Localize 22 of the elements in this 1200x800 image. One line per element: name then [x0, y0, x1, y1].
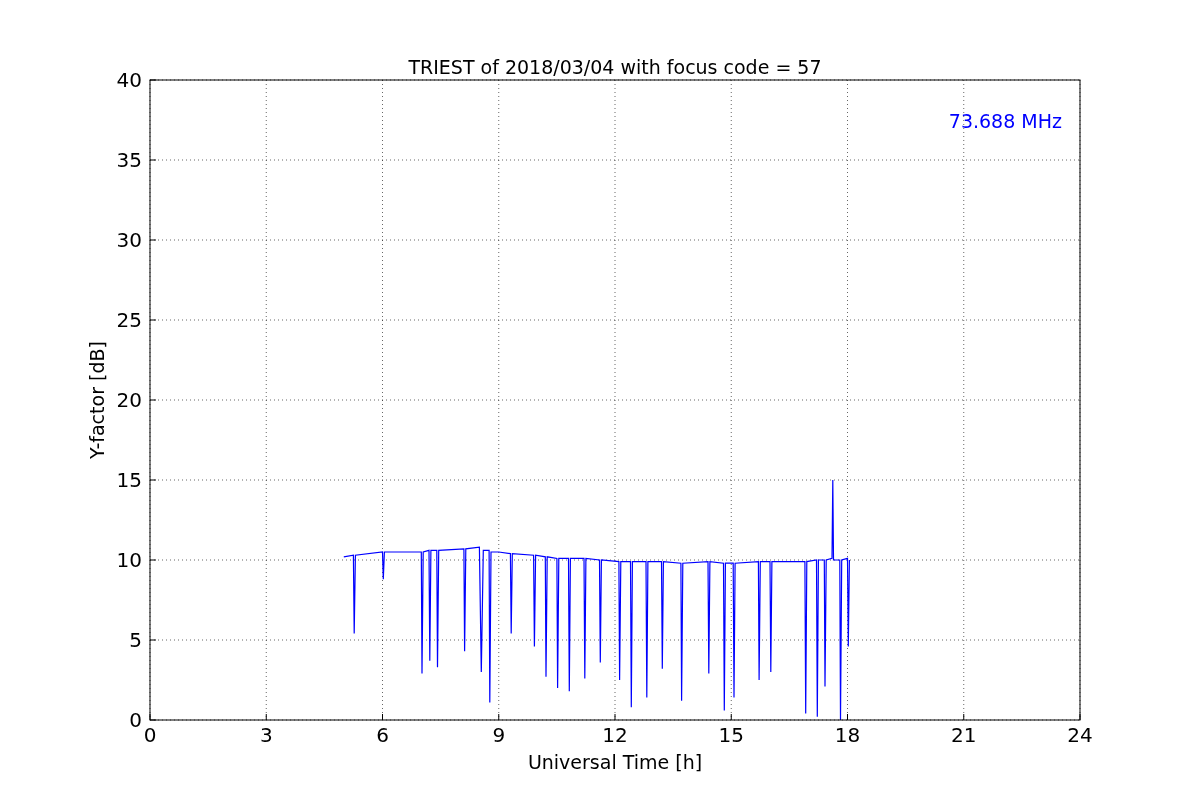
y-tick-label: 0	[129, 708, 142, 732]
series-label: 73.688 MHz	[948, 110, 1062, 132]
chart-title: TRIEST of 2018/03/04 with focus code = 57	[408, 56, 822, 78]
x-tick-label: 18	[834, 723, 861, 747]
y-tick-label: 20	[116, 388, 142, 412]
y-tick-label: 40	[116, 68, 142, 92]
y-axis-label: Y-factor [dB]	[86, 341, 108, 459]
y-tick-label: 10	[116, 548, 142, 572]
y-tick-label: 5	[129, 628, 142, 652]
x-tick-label: 9	[492, 723, 506, 747]
x-tick-label: 3	[259, 723, 273, 747]
y-tick-label: 30	[116, 228, 142, 252]
x-tick-label: 6	[376, 723, 389, 747]
y-tick-label: 25	[116, 308, 142, 332]
x-axis-label: Universal Time [h]	[527, 751, 703, 773]
x-tick-label: 24	[1067, 723, 1093, 747]
y-tick-label: 15	[116, 468, 142, 492]
x-tick-label: 12	[602, 723, 628, 747]
x-tick-label: 0	[143, 723, 157, 747]
x-tick-label: 21	[951, 723, 977, 747]
y-tick-label: 35	[116, 148, 142, 172]
x-tick-label: 15	[718, 723, 744, 747]
